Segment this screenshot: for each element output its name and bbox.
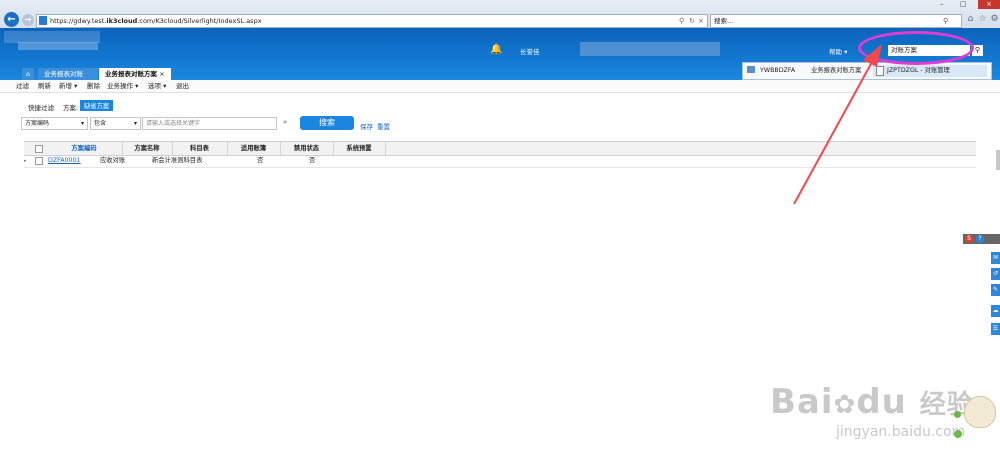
column-header-account-table[interactable]: 科目表 (172, 142, 228, 155)
home-icon: ⌂ (26, 70, 31, 78)
side-list-icon[interactable]: ☰ (991, 323, 1000, 335)
mascot-green-dot2-icon (954, 430, 962, 438)
blurred-company (580, 42, 720, 56)
blurred-logo-sub (18, 42, 98, 50)
maximize-icon[interactable]: □ (960, 0, 967, 8)
search-icon[interactable]: ⚲ (943, 15, 948, 27)
default-scheme-tag[interactable]: 缺省方案 (80, 100, 114, 111)
side-chat-icon[interactable]: ✉ (991, 252, 1000, 264)
reset-link[interactable]: 重置 (377, 121, 390, 131)
annotation-arrow (793, 44, 882, 205)
row-expand-icon[interactable]: ▸ (24, 155, 27, 167)
column-header-ledger[interactable]: 适用账簿 (227, 142, 281, 155)
select-all-checkbox[interactable] (35, 145, 43, 153)
baidu-watermark: Bai✿du 经验 (770, 382, 974, 422)
s-logo-icon[interactable]: S (965, 235, 973, 243)
cell-account-table: 新会计准则科目表 (152, 157, 203, 164)
browser-toolbar: ← → https://gdwy.test.ik3cloud.com/K3clo… (0, 0, 1000, 29)
toolbar-business-ops[interactable]: 业务操作 ▾ (107, 80, 138, 92)
paw-icon: ✿ (833, 390, 857, 420)
window-controls: – □ × (936, 0, 1000, 9)
column-header-code[interactable]: 方案编码 (46, 142, 123, 155)
back-arrow-icon[interactable]: ← (4, 12, 19, 27)
column-header-system-preset[interactable]: 系统预置 (333, 142, 386, 155)
watermark-brand2: du (856, 382, 907, 422)
operator-select[interactable]: 包含 ▾ (90, 117, 141, 130)
forward-arrow-icon[interactable]: → (22, 14, 34, 26)
toolbar-filter[interactable]: 过滤 (16, 80, 29, 92)
toolbar-delete[interactable]: 删除 (87, 80, 100, 92)
refresh-icon[interactable]: ↻ (689, 15, 695, 27)
column-header-disabled[interactable]: 禁用状态 (280, 142, 334, 155)
help-circle-icon[interactable]: ? (976, 235, 984, 243)
search-button[interactable]: 搜索 (300, 116, 354, 130)
save-link[interactable]: 保存 (360, 121, 373, 131)
scrollbar-thumb[interactable] (996, 150, 1000, 170)
field-select[interactable]: 方案编码 ▾ (21, 117, 88, 130)
lock-icon: ⚲ (679, 17, 685, 25)
bell-icon[interactable]: 🔔 (490, 44, 502, 55)
cell-name: 应收对账 (100, 157, 126, 164)
star-icon[interactable]: ☆ (977, 14, 988, 25)
tab-close-icon[interactable]: × (159, 70, 164, 78)
expand-chevron-icon[interactable]: » (283, 118, 287, 126)
popup-item-2[interactable]: JZPTDZGL - 对账管理 (873, 65, 987, 77)
toolbar-exit[interactable]: 退出 (176, 80, 189, 92)
side-share-icon[interactable]: ↺ (991, 268, 1000, 280)
watermark-brand: Bai (770, 382, 834, 422)
cell-system-preset: 否 (309, 157, 316, 164)
cell-code[interactable]: DZFA0001 (48, 155, 81, 167)
mascot-icon (964, 396, 996, 428)
user-name[interactable]: 长誉佳 (520, 46, 540, 56)
browser-search-placeholder: 搜索... (714, 17, 734, 25)
toolbar-options[interactable]: 选项 ▾ (148, 80, 166, 92)
column-header-name[interactable]: 方案名称 (122, 142, 173, 155)
home-icon[interactable]: ⌂ (965, 14, 976, 25)
side-cloud-icon[interactable]: ☁ (991, 305, 1000, 317)
site-icon (39, 16, 47, 25)
folder-icon (747, 66, 755, 73)
url-text: https://gdwy.test.ik3cloud.com/K3cloud/S… (50, 17, 262, 25)
mascot-green-dot-icon (954, 411, 961, 418)
minimize-icon[interactable]: – (940, 0, 944, 8)
cell-disabled: 否 (257, 157, 264, 164)
address-bar[interactable]: https://gdwy.test.ik3cloud.com/K3cloud/S… (36, 14, 708, 28)
scheme-label: 方案: (63, 104, 79, 112)
floating-toolbar: S ? (963, 234, 1000, 244)
window-close-icon[interactable]: × (978, 0, 1000, 9)
side-edit-icon[interactable]: ✎ (991, 284, 1000, 296)
toolbar-new[interactable]: 新增 ▾ (59, 80, 77, 92)
close-icon[interactable]: × (698, 15, 704, 27)
toolbar-refresh[interactable]: 刷新 (38, 80, 51, 92)
browser-search-box[interactable]: 搜索... ⚲ (710, 14, 962, 28)
gear-icon[interactable]: ⚙ (989, 14, 1000, 25)
quick-filter-label: 快捷过滤 (28, 104, 54, 112)
row-checkbox[interactable] (35, 157, 43, 165)
keyword-input[interactable]: 请输入或选择关键字 (142, 117, 277, 130)
watermark-url: jingyan.baidu.com (836, 424, 966, 440)
